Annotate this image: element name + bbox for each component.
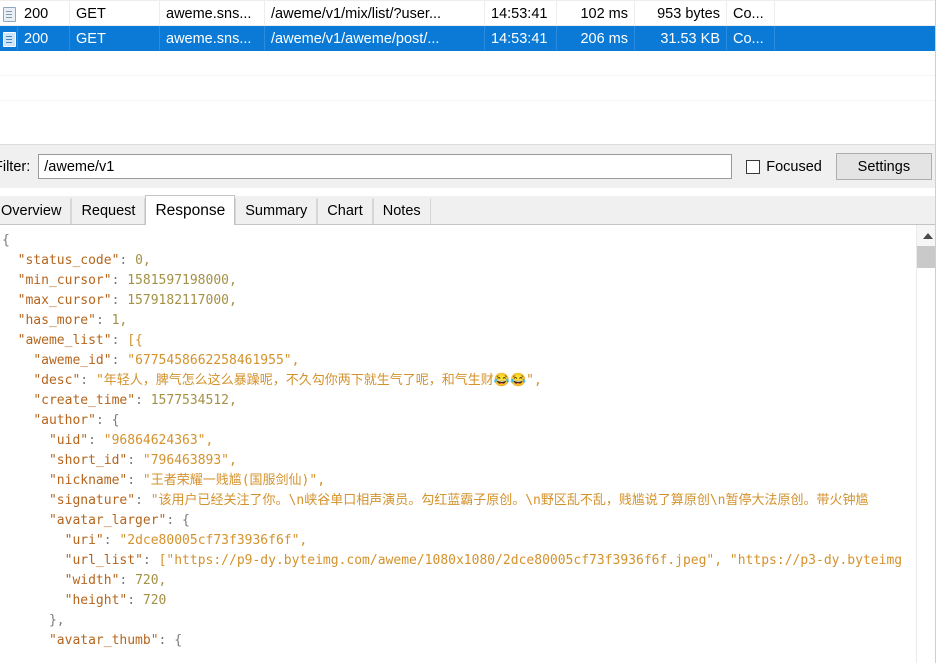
filter-input[interactable]: [38, 154, 733, 179]
charles-proxy-window: 200 GET aweme.sns... /aweme/v1/user/prof…: [0, 0, 943, 663]
json-line: "has_more": 1,: [17, 313, 128, 328]
document-icon: [3, 6, 16, 22]
cell-path: /aweme/v1/mix/list/?user...: [265, 1, 485, 25]
row-type-icon-cell: [0, 1, 18, 25]
tab-overview[interactable]: Overview: [0, 198, 72, 224]
grid-empty-row: [0, 76, 942, 101]
focused-checkbox-group[interactable]: Focused: [746, 159, 822, 175]
tab-notes[interactable]: Notes: [372, 198, 431, 224]
cell-empty: [775, 1, 942, 25]
table-row-selected[interactable]: 200 GET aweme.sns... /aweme/v1/aweme/pos…: [0, 26, 942, 51]
json-line: "create_time": 1577534512,: [33, 393, 237, 408]
filter-label: Filter:: [0, 158, 31, 175]
json-line: "avatar_thumb": {: [48, 633, 183, 648]
cell-code: 200: [18, 1, 70, 25]
json-line: "max_cursor": 1579182117000,: [17, 293, 237, 308]
grid-empty-row: [0, 51, 942, 76]
json-line: {: [2, 233, 10, 248]
json-line: "avatar_larger": {: [48, 513, 190, 528]
cell-empty: [775, 26, 942, 50]
json-line: "uid": "96864624363",: [48, 433, 214, 448]
json-line: "signature": "该用户已经关注了你。\n峡谷单口相声演员。勾红蓝霸子…: [48, 493, 869, 508]
cell-size: 953 bytes: [635, 1, 727, 25]
json-line: "min_cursor": 1581597198000,: [17, 273, 237, 288]
json-line: "uri": "2dce80005cf73f3936f6f",: [64, 533, 308, 548]
json-viewer[interactable]: { "status_code": 0, "min_cursor": 158159…: [0, 225, 916, 663]
json-line: "desc": "年轻人，脾气怎么这么暴躁呢，不久勾你两下就生气了呢，和气生财😂…: [33, 373, 542, 388]
request-list-grid[interactable]: 200 GET aweme.sns... /aweme/v1/user/prof…: [0, 0, 943, 108]
cell-method: GET: [70, 1, 160, 25]
tab-chart[interactable]: Chart: [317, 198, 373, 224]
cell-start: 14:53:41: [485, 26, 557, 50]
cell-start: 14:53:41: [485, 1, 557, 25]
cell-duration: 102 ms: [557, 1, 635, 25]
cell-duration: 206 ms: [557, 26, 635, 50]
json-line: "short_id": "796463893",: [48, 453, 237, 468]
filter-bar: Filter: Focused Settings: [0, 144, 943, 188]
document-icon: [3, 31, 16, 47]
json-line: "author": {: [33, 413, 120, 428]
table-row[interactable]: 200 GET aweme.sns... /aweme/v1/mix/list/…: [0, 1, 942, 26]
settings-button[interactable]: Settings: [835, 153, 932, 180]
json-line: },: [2, 613, 65, 628]
json-line: "aweme_list": [{: [17, 333, 143, 348]
tab-response[interactable]: Response: [145, 195, 236, 225]
cell-path: /aweme/v1/aweme/post/...: [265, 26, 485, 50]
json-line: "nickname": "王者荣耀一贱尴(国服剑仙)",: [48, 473, 326, 488]
tab-summary[interactable]: Summary: [235, 198, 318, 224]
cell-host: aweme.sns...: [160, 26, 265, 50]
focused-checkbox[interactable]: [746, 159, 761, 174]
cell-code: 200: [18, 26, 70, 50]
cell-host: aweme.sns...: [160, 1, 265, 25]
json-line: "url_list": ["https://p9-dy.byteimg.com/…: [64, 553, 903, 568]
json-line: "aweme_id": "6775458662258461955",: [33, 353, 300, 368]
cell-status: Co...: [727, 1, 775, 25]
response-body-panel: { "status_code": 0, "min_cursor": 158159…: [0, 225, 943, 663]
cell-status: Co...: [727, 26, 775, 50]
json-line: "status_code": 0,: [17, 253, 151, 268]
json-line: "height": 720: [64, 593, 167, 608]
tab-request[interactable]: Request: [71, 198, 146, 224]
window-right-edge: [935, 0, 943, 663]
focused-label: Focused: [766, 158, 822, 175]
cell-method: GET: [70, 26, 160, 50]
detail-tab-bar: Overview Request Response Summary Chart …: [0, 195, 943, 225]
row-type-icon-cell: [0, 26, 18, 50]
cell-size: 31.53 KB: [635, 26, 727, 50]
json-line: "width": 720,: [64, 573, 167, 588]
